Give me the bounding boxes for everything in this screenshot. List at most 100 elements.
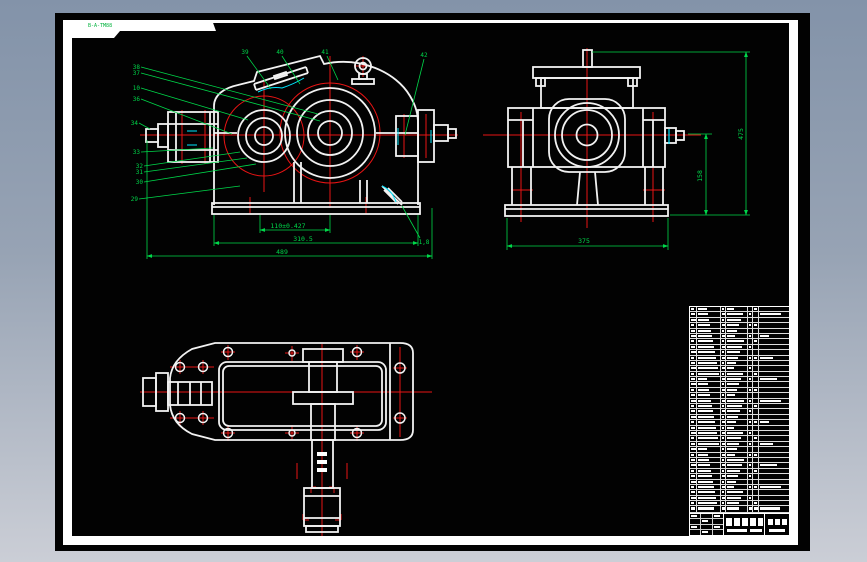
parts-cell [726, 360, 748, 366]
parts-text-bar [698, 372, 719, 375]
parts-text-bar [754, 507, 758, 511]
stamp-label: B-A-TM88 [88, 23, 112, 29]
parts-text-bar [698, 431, 717, 434]
parts-text-bar [698, 421, 715, 424]
parts-text-bar [727, 448, 737, 451]
parts-cell [697, 457, 721, 463]
parts-text-bar [698, 485, 714, 488]
part-callout: 36 [133, 96, 141, 103]
parts-cell [690, 495, 697, 501]
title-grid-row [690, 529, 723, 535]
parts-text-bar [749, 431, 751, 434]
parts-cell [726, 312, 748, 317]
parts-cell [697, 506, 721, 513]
title-block-left-grid [690, 514, 724, 535]
parts-cell [726, 382, 748, 387]
parts-cell [759, 447, 789, 451]
parts-text-bar [698, 340, 713, 343]
parts-text-bar [727, 469, 740, 472]
parts-cell [726, 377, 748, 382]
parts-text-bar [727, 426, 734, 429]
parts-text-bar [722, 367, 725, 370]
parts-text-bar [722, 340, 724, 343]
parts-text-bar [727, 367, 734, 370]
title-glyph [782, 519, 787, 525]
parts-text-bar [691, 475, 695, 478]
title-subtext-bar [750, 529, 762, 532]
parts-text-bar [727, 399, 744, 402]
title-grid-cell [701, 519, 713, 524]
parts-cell [697, 333, 721, 339]
parts-text-bar [722, 464, 725, 467]
parts-text-bar [691, 367, 696, 370]
parts-text-bar [722, 329, 724, 332]
title-grid-cell [701, 514, 713, 519]
parts-text-bar [727, 372, 743, 375]
parts-cell [690, 436, 697, 441]
parts-text-bar [698, 378, 707, 381]
parts-cell [759, 377, 789, 381]
parts-cell [697, 425, 721, 430]
parts-text-bar [722, 431, 725, 434]
parts-cell [759, 350, 789, 354]
parts-text-bar [727, 437, 741, 440]
parts-cell [697, 317, 721, 323]
parts-cell [690, 355, 697, 360]
parts-text-bar [749, 388, 751, 391]
parts-cell [726, 430, 748, 436]
parts-text-bar [754, 437, 757, 440]
parts-cell [697, 468, 721, 474]
parts-text-bar [749, 367, 751, 370]
parts-cell [690, 360, 697, 366]
parts-text-bar [727, 388, 737, 391]
title-grid-cell [713, 519, 723, 523]
title-grid-cell [713, 530, 723, 535]
parts-cell [697, 463, 721, 468]
parts-text-bar [698, 458, 709, 461]
parts-text-bar [727, 308, 734, 310]
parts-cell [697, 479, 721, 484]
parts-cell [759, 382, 789, 386]
title-subtext-bar [769, 529, 785, 532]
parts-cell [690, 404, 697, 409]
title-grid-cell [713, 514, 723, 518]
parts-text-bar [722, 334, 725, 337]
parts-text-bar [722, 415, 724, 418]
parts-cell [697, 393, 721, 398]
title-glyph [742, 518, 748, 526]
parts-text-bar [754, 372, 757, 375]
parts-cell [690, 463, 697, 468]
parts-cell [759, 366, 789, 370]
parts-text-bar [722, 318, 724, 321]
parts-text-bar [754, 356, 757, 359]
parts-cell [690, 328, 697, 333]
parts-text-bar [691, 431, 696, 434]
parts-cell [759, 426, 789, 430]
cad-viewport: B-A-TM88 38 37 10 36 34 33 32 31 30 29 3… [0, 0, 867, 562]
title-block [689, 513, 790, 536]
parts-text-bar [691, 458, 695, 461]
parts-cell [697, 404, 721, 409]
parts-text-bar [749, 356, 751, 359]
title-text-bar [713, 515, 720, 517]
parts-cell [697, 355, 721, 360]
parts-text-bar [698, 437, 718, 440]
parts-cell [697, 436, 721, 441]
dimension-text-overall-height: 475 [737, 128, 745, 140]
parts-text-bar [722, 475, 725, 478]
parts-cell [726, 371, 748, 377]
parts-cell [697, 501, 721, 506]
parts-text-bar [698, 415, 714, 418]
parts-cell [690, 490, 697, 495]
parts-text-bar [727, 421, 736, 424]
parts-text-bar [691, 507, 695, 511]
parts-text-bar [698, 383, 708, 386]
parts-cell [690, 479, 697, 484]
parts-text-bar [722, 448, 724, 451]
parts-text-bar [698, 334, 712, 337]
parts-text-bar [691, 324, 694, 327]
parts-text-bar [691, 361, 695, 364]
parts-cell [759, 393, 789, 397]
parts-cell [697, 323, 721, 328]
parts-text-bar [754, 388, 757, 391]
